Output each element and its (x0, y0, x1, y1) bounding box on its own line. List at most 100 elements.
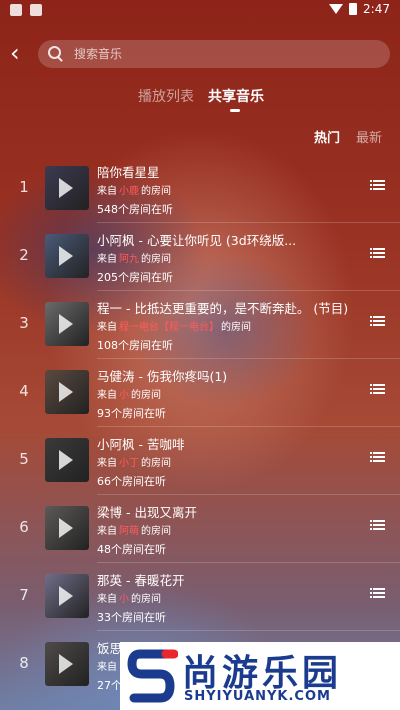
play-icon (59, 382, 73, 402)
song-source: 来自小的房间 (97, 386, 161, 401)
status-time: 2:47 (363, 2, 390, 16)
song-title: 小阿枫 - 苦咖啡 (97, 437, 185, 452)
tab-bar: 播放列表 共享音乐 (0, 86, 400, 114)
play-icon (59, 654, 73, 674)
song-cover[interactable] (45, 370, 89, 414)
song-source: 来自 阿萌 的房间 (97, 522, 171, 537)
search-icon (48, 46, 64, 62)
song-rank: 4 (19, 382, 29, 400)
source-prefix: 来自 (97, 322, 117, 333)
row-divider (97, 222, 400, 223)
song-rank: 2 (19, 246, 29, 264)
wifi-icon (329, 4, 344, 14)
song-row[interactable]: 2 小阿枫 - 心要让你听见 (3d环绕版... 来自 阿九 的房间 205个房间在听 (0, 224, 400, 292)
source-suffix: 的房间 (141, 254, 171, 265)
list-menu-icon[interactable] (370, 452, 385, 462)
play-icon (59, 586, 73, 606)
source-prefix: 来自 (97, 458, 117, 469)
list-menu-icon[interactable] (370, 180, 385, 190)
source-prefix: 来自 (97, 594, 117, 605)
song-row[interactable]: 6 梁博 - 出现又离开 来自 阿萌 的房间 48个房间在听 (0, 496, 400, 564)
song-cover[interactable] (45, 642, 89, 686)
search-input[interactable] (72, 46, 356, 62)
song-row[interactable]: 7 那英 - 春暖花开 来自小的房间 33个房间在听 (0, 564, 400, 632)
listener-count: 548个房间在听 (97, 203, 173, 216)
play-icon (59, 450, 73, 470)
room-owner[interactable]: 阿萌 (119, 526, 139, 537)
song-cover[interactable] (45, 438, 89, 482)
list-menu-icon[interactable] (370, 588, 385, 598)
sort-new[interactable]: 最新 (356, 127, 382, 146)
source-suffix: 的房间 (131, 390, 161, 401)
list-menu-icon[interactable] (370, 316, 385, 326)
song-rank: 3 (19, 314, 29, 332)
room-owner[interactable]: 小丁 (119, 458, 139, 469)
song-row[interactable]: 4 马健涛 - 伤我你疼吗(1) 来自小的房间 93个房间在听 (0, 360, 400, 428)
list-menu-icon[interactable] (370, 520, 385, 530)
song-rank: 6 (19, 518, 29, 536)
battery-icon (349, 3, 358, 15)
row-divider (97, 290, 400, 291)
listener-count: 108个房间在听 (97, 339, 173, 352)
play-icon (59, 314, 73, 334)
row-divider (97, 358, 400, 359)
listener-count: 33个房间在听 (97, 611, 166, 624)
song-rank: 7 (19, 586, 29, 604)
row-divider (97, 562, 400, 563)
list-menu-icon[interactable] (370, 384, 385, 394)
song-title: 程一 - 比抵达更重要的，是不断奔赴。 (节目) (97, 301, 349, 316)
room-owner[interactable]: 小 (119, 594, 129, 605)
play-icon (59, 178, 73, 198)
song-cover[interactable] (45, 506, 89, 550)
song-row[interactable]: 1 陪你看星星来自 小鹿 的房间 548个房间在听 (0, 156, 400, 224)
status-right: 2:47 (329, 2, 390, 16)
source-suffix: 的房间 (131, 594, 161, 605)
song-source: 来自 程一电台【程一电台】 的房间 (97, 318, 251, 333)
source-suffix: 的房间 (141, 526, 171, 537)
tab-shared-music[interactable]: 共享音乐 (208, 86, 264, 106)
song-cover[interactable] (45, 166, 89, 210)
room-owner[interactable]: 阿九 (119, 254, 139, 265)
notification-icon (30, 4, 42, 16)
song-cover[interactable] (45, 234, 89, 278)
song-row[interactable]: 3 程一 - 比抵达更重要的，是不断奔赴。 (节目) 来自 程一电台【程一电台】 的房间… (0, 292, 400, 360)
song-rank: 1 (19, 178, 29, 196)
active-tab-indicator (230, 109, 240, 112)
listener-count: 93个房间在听 (97, 407, 166, 420)
source-suffix: 的房间 (141, 458, 171, 469)
song-title: 马健涛 - 伤我你疼吗(1) (97, 369, 228, 384)
room-owner[interactable]: 小鹿 (119, 186, 139, 197)
search-bar[interactable] (38, 40, 390, 68)
source-suffix: 的房间 (141, 186, 171, 197)
play-icon (59, 246, 73, 266)
notification-icon (10, 4, 22, 16)
song-source: 来自 阿九 的房间 (97, 250, 171, 265)
list-menu-icon[interactable] (370, 248, 385, 258)
song-source: 来自 (97, 658, 121, 673)
song-title: 那英 - 春暖花开 (97, 573, 185, 588)
room-owner[interactable]: 小 (119, 390, 129, 401)
notification-icons (10, 4, 42, 16)
play-icon (59, 518, 73, 538)
listener-count: 48个房间在听 (97, 543, 166, 556)
song-cover[interactable] (45, 574, 89, 618)
song-source: 来自小的房间 (97, 590, 161, 605)
room-owner[interactable]: 程一电台【程一电台】 (119, 322, 219, 333)
source-prefix: 来自 (97, 526, 117, 537)
song-title: 陪你看星星 (97, 165, 160, 180)
sort-hot[interactable]: 热门 (314, 127, 340, 146)
song-row[interactable]: 5 小阿枫 - 苦咖啡 来自 小丁 的房间 66个房间在听 (0, 428, 400, 496)
tab-playlist[interactable]: 播放列表 (138, 86, 194, 106)
watermark-logo (127, 649, 178, 703)
song-source: 来自 小鹿 的房间 (97, 182, 171, 197)
status-bar: 2:47 (0, 0, 400, 22)
listener-count: 27个 (97, 679, 122, 692)
row-divider (97, 630, 400, 631)
listener-count: 66个房间在听 (97, 475, 166, 488)
song-source: 来自 小丁 的房间 (97, 454, 171, 469)
watermark-url: SHYIYUANYK.COM (184, 689, 331, 704)
song-cover[interactable] (45, 302, 89, 346)
listener-count: 205个房间在听 (97, 271, 173, 284)
back-button[interactable]: ‹ (10, 41, 32, 66)
top-bar: ‹ (0, 38, 400, 70)
